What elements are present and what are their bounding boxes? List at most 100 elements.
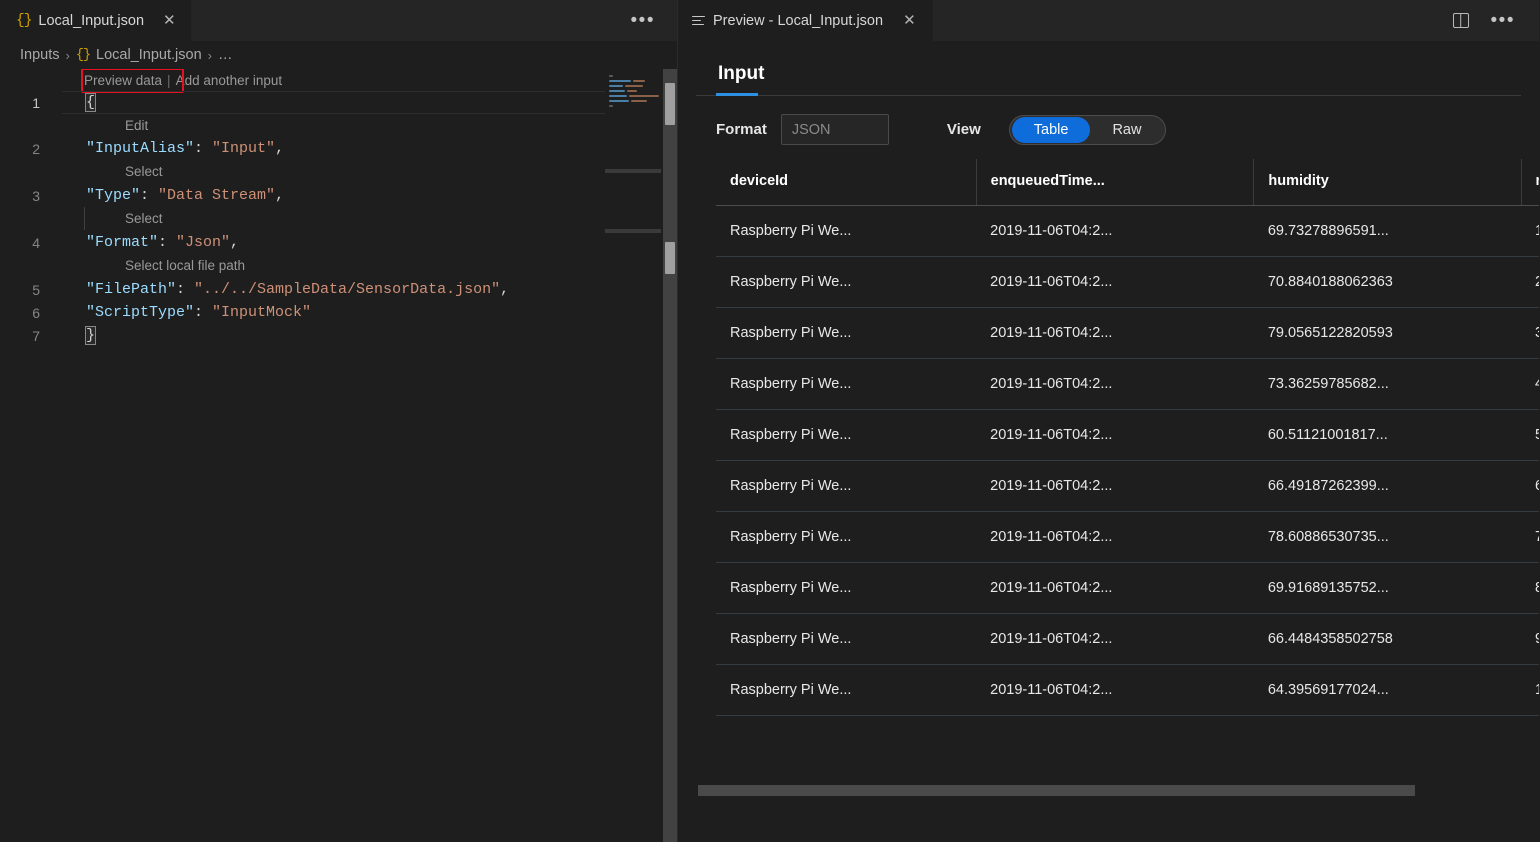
table-cell: 1 bbox=[1521, 206, 1539, 257]
codelens-edit: Edit bbox=[0, 114, 148, 137]
json-colon: : bbox=[194, 140, 212, 157]
table-cell: 69.91689135752... bbox=[1254, 563, 1521, 614]
json-value: "../../SampleData/SensorData.json" bbox=[194, 281, 500, 298]
table-cell: 66.4484358502758 bbox=[1254, 614, 1521, 665]
table-cell: 9 bbox=[1521, 614, 1539, 665]
format-label: Format bbox=[716, 121, 767, 138]
chevron-right-icon: › bbox=[66, 48, 70, 63]
view-mode-toggle[interactable]: Table Raw bbox=[1009, 115, 1167, 145]
codelens-select-link[interactable]: Select bbox=[125, 164, 163, 179]
table-column-header[interactable]: enqueuedTime... bbox=[976, 159, 1254, 206]
split-editor-icon[interactable] bbox=[1453, 13, 1469, 28]
table-cell: 60.51121001817... bbox=[1254, 410, 1521, 461]
table-cell: 70.8840188062363 bbox=[1254, 257, 1521, 308]
table-row[interactable]: Raspberry Pi We...2019-11-06T04:2...79.0… bbox=[716, 308, 1539, 359]
editor-vertical-scrollbar[interactable] bbox=[663, 69, 677, 842]
table-row[interactable]: Raspberry Pi We...2019-11-06T04:2...78.6… bbox=[716, 512, 1539, 563]
json-comma: , bbox=[275, 187, 284, 204]
table-cell: Raspberry Pi We... bbox=[716, 359, 976, 410]
close-icon[interactable]: ✕ bbox=[160, 11, 179, 30]
table-cell: 2019-11-06T04:2... bbox=[976, 410, 1254, 461]
editor-code-area[interactable]: Preview data | Add another input 1 { Edi… bbox=[0, 69, 677, 842]
breadcrumb-item-more[interactable]: … bbox=[218, 47, 233, 63]
json-colon: : bbox=[194, 304, 212, 321]
breadcrumb: Inputs › {} Local_Input.json › … bbox=[0, 41, 677, 69]
json-braces-icon: {} bbox=[16, 13, 31, 29]
codelens-select-local-file-path-link[interactable]: Select local file path bbox=[125, 258, 245, 273]
preview-table-wrap: deviceIdenqueuedTime...humiditymessageId… bbox=[696, 159, 1521, 716]
json-braces-icon: {} bbox=[76, 48, 90, 63]
json-value: "Data Stream" bbox=[158, 187, 275, 204]
table-cell: Raspberry Pi We... bbox=[716, 410, 976, 461]
breadcrumb-item-file[interactable]: Local_Input.json bbox=[96, 47, 202, 63]
codelens-preview-data-link[interactable]: Preview data bbox=[84, 73, 162, 88]
table-cell: Raspberry Pi We... bbox=[716, 665, 976, 716]
editor-minimap[interactable] bbox=[605, 69, 661, 842]
more-actions-icon[interactable]: ••• bbox=[1485, 7, 1521, 34]
code-line-text: { bbox=[62, 94, 95, 111]
preview-pane: Preview - Local_Input.json ✕ ••• Input F… bbox=[678, 0, 1539, 842]
json-key: "InputAlias" bbox=[86, 140, 194, 157]
codelens-add-another-input-link[interactable]: Add another input bbox=[176, 73, 283, 88]
table-row[interactable]: Raspberry Pi We...2019-11-06T04:2...66.4… bbox=[716, 614, 1539, 665]
table-cell: 78.60886530735... bbox=[1254, 512, 1521, 563]
more-actions-icon[interactable]: ••• bbox=[625, 7, 661, 34]
codelens-select-file-path: Select local file path bbox=[0, 254, 245, 277]
table-row[interactable]: Raspberry Pi We...2019-11-06T04:2...66.4… bbox=[716, 461, 1539, 512]
json-colon: : bbox=[158, 234, 176, 251]
scrollbar-thumb-upper[interactable] bbox=[665, 83, 675, 125]
table-cell: 2019-11-06T04:2... bbox=[976, 359, 1254, 410]
editor-tabbar: {} Local_Input.json ✕ ••• bbox=[0, 0, 677, 41]
format-input[interactable] bbox=[781, 114, 889, 145]
editor-tab-label: Local_Input.json bbox=[38, 13, 144, 29]
preview-tab-label: Preview - Local_Input.json bbox=[713, 13, 883, 29]
codelens-select-link[interactable]: Select bbox=[125, 211, 163, 226]
table-column-header[interactable]: messageId bbox=[1521, 159, 1539, 206]
line-number: 7 bbox=[0, 328, 62, 344]
codelens-row-actions: Preview data | Add another input bbox=[0, 69, 282, 92]
view-mode-table-option[interactable]: Table bbox=[1012, 117, 1091, 143]
code-line-5: 5 "FilePath": "../../SampleData/SensorDa… bbox=[0, 278, 677, 301]
close-icon[interactable]: ✕ bbox=[900, 11, 919, 30]
table-cell: 73.36259785682... bbox=[1254, 359, 1521, 410]
table-cell: 2019-11-06T04:2... bbox=[976, 308, 1254, 359]
preview-tabbar: Preview - Local_Input.json ✕ ••• bbox=[678, 0, 1539, 41]
codelens-select-type: Select bbox=[0, 160, 163, 183]
chevron-right-icon: › bbox=[208, 48, 212, 63]
json-comma: , bbox=[275, 140, 284, 157]
table-row[interactable]: Raspberry Pi We...2019-11-06T04:2...60.5… bbox=[716, 410, 1539, 461]
breadcrumb-item-inputs[interactable]: Inputs bbox=[20, 47, 60, 63]
code-line-text: "ScriptType": "InputMock" bbox=[62, 304, 311, 321]
table-column-header[interactable]: humidity bbox=[1254, 159, 1521, 206]
json-value: "InputMock" bbox=[212, 304, 311, 321]
json-value: "Json" bbox=[176, 234, 230, 251]
preview-tab-local-input-json[interactable]: Preview - Local_Input.json ✕ bbox=[678, 0, 934, 41]
code-line-4: 4 "Format": "Json", bbox=[0, 231, 677, 254]
table-row[interactable]: Raspberry Pi We...2019-11-06T04:2...73.3… bbox=[716, 359, 1539, 410]
json-value: "Input" bbox=[212, 140, 275, 157]
code-line-6: 6 "ScriptType": "InputMock" bbox=[0, 301, 677, 324]
editor-tab-local-input-json[interactable]: {} Local_Input.json ✕ bbox=[0, 0, 192, 41]
table-column-header[interactable]: deviceId bbox=[716, 159, 976, 206]
preview-controls: Format View Table Raw bbox=[696, 96, 1521, 159]
tab-input[interactable]: Input bbox=[716, 57, 776, 95]
table-row[interactable]: Raspberry Pi We...2019-11-06T04:2...69.7… bbox=[716, 206, 1539, 257]
line-number: 3 bbox=[0, 188, 62, 204]
json-colon: : bbox=[140, 187, 158, 204]
table-row[interactable]: Raspberry Pi We...2019-11-06T04:2...70.8… bbox=[716, 257, 1539, 308]
editor-tabbar-actions: ••• bbox=[625, 0, 677, 41]
table-row[interactable]: Raspberry Pi We...2019-11-06T04:2...69.9… bbox=[716, 563, 1539, 614]
table-cell: 4 bbox=[1521, 359, 1539, 410]
table-cell: 2019-11-06T04:2... bbox=[976, 512, 1254, 563]
codelens-edit-link[interactable]: Edit bbox=[125, 118, 148, 133]
table-row[interactable]: Raspberry Pi We...2019-11-06T04:2...64.3… bbox=[716, 665, 1539, 716]
preview-horizontal-scrollbar[interactable] bbox=[698, 785, 1518, 796]
scrollbar-thumb[interactable] bbox=[698, 785, 1415, 796]
editor-pane: {} Local_Input.json ✕ ••• Inputs › {} Lo… bbox=[0, 0, 678, 842]
table-cell: 10 bbox=[1521, 665, 1539, 716]
scrollbar-thumb-lower[interactable] bbox=[665, 242, 675, 274]
json-key: "Format" bbox=[86, 234, 158, 251]
codelens-separator: | bbox=[167, 73, 171, 88]
view-mode-raw-option[interactable]: Raw bbox=[1090, 117, 1163, 143]
json-comma: , bbox=[230, 234, 239, 251]
